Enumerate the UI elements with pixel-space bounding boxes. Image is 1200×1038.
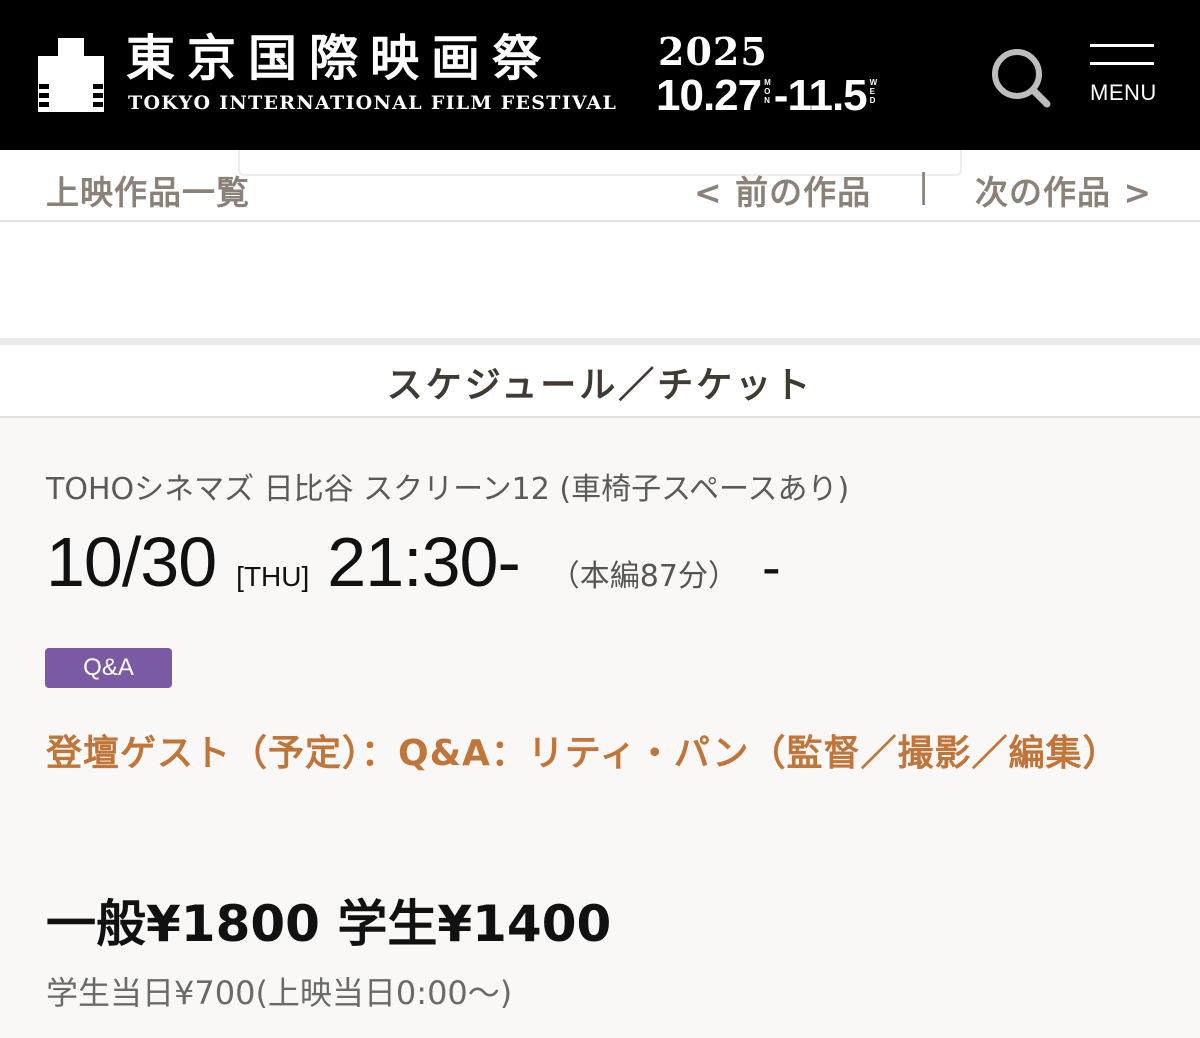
menu-button[interactable]: MENU <box>1090 44 1156 108</box>
prev-work-link[interactable]: < 前の作品 <box>694 166 871 214</box>
screening-start-time: 21:30- <box>327 523 520 601</box>
runtime: （本編87分） <box>549 559 738 594</box>
next-work-link[interactable]: 次の作品 > <box>975 166 1152 214</box>
festival-year: 2025 <box>658 29 768 74</box>
start-weekday: M O N <box>764 78 771 105</box>
menu-label: MENU <box>1090 80 1157 105</box>
festival-dates: 10.27 M O N - 11.5 W E D <box>656 74 880 118</box>
screening-end-time: - <box>761 535 781 598</box>
guest-info: 登壇ゲスト（予定）：Q&A：リティ・パン（監督／撮影／編集） <box>46 733 1120 774</box>
venue-name: TOHOシネマズ 日比谷 スクリーン12 (車椅子スペースあり) <box>46 472 850 507</box>
search-icon[interactable] <box>989 46 1051 108</box>
end-weekday: W E D <box>869 78 878 105</box>
logo-title-en[interactable]: TOKYO INTERNATIONAL FILM FESTIVAL <box>128 92 617 114</box>
section-title: スケジュール／チケット <box>386 365 814 406</box>
start-date: 10.27 <box>656 71 762 120</box>
end-date: 11.5 <box>787 71 867 120</box>
qa-badge: Q&A <box>45 648 172 688</box>
site-header: 東京国際映画祭 TOKYO INTERNATIONAL FILM FESTIVA… <box>0 0 1200 150</box>
nav-separator: | <box>918 166 930 205</box>
film-strip-logo-icon[interactable] <box>38 38 104 112</box>
hamburger-icon-line <box>1090 62 1154 65</box>
student-sameday-price: 学生当日¥700(上映当日0:00〜) <box>46 974 513 1012</box>
logo-title-jp[interactable]: 東京国際映画祭 <box>126 30 553 86</box>
hamburger-icon <box>1090 44 1154 47</box>
screening-weekday: [THU] <box>236 561 310 592</box>
date-separator: - <box>773 71 789 120</box>
ticket-price: 一般¥1800 学生¥1400 <box>46 895 612 953</box>
screening-date: 10/30 <box>46 523 217 601</box>
work-list-link[interactable]: 上映作品一覧 <box>46 166 250 214</box>
screening-datetime: 10/30 [THU] 21:30- （本編87分） - <box>46 522 781 602</box>
